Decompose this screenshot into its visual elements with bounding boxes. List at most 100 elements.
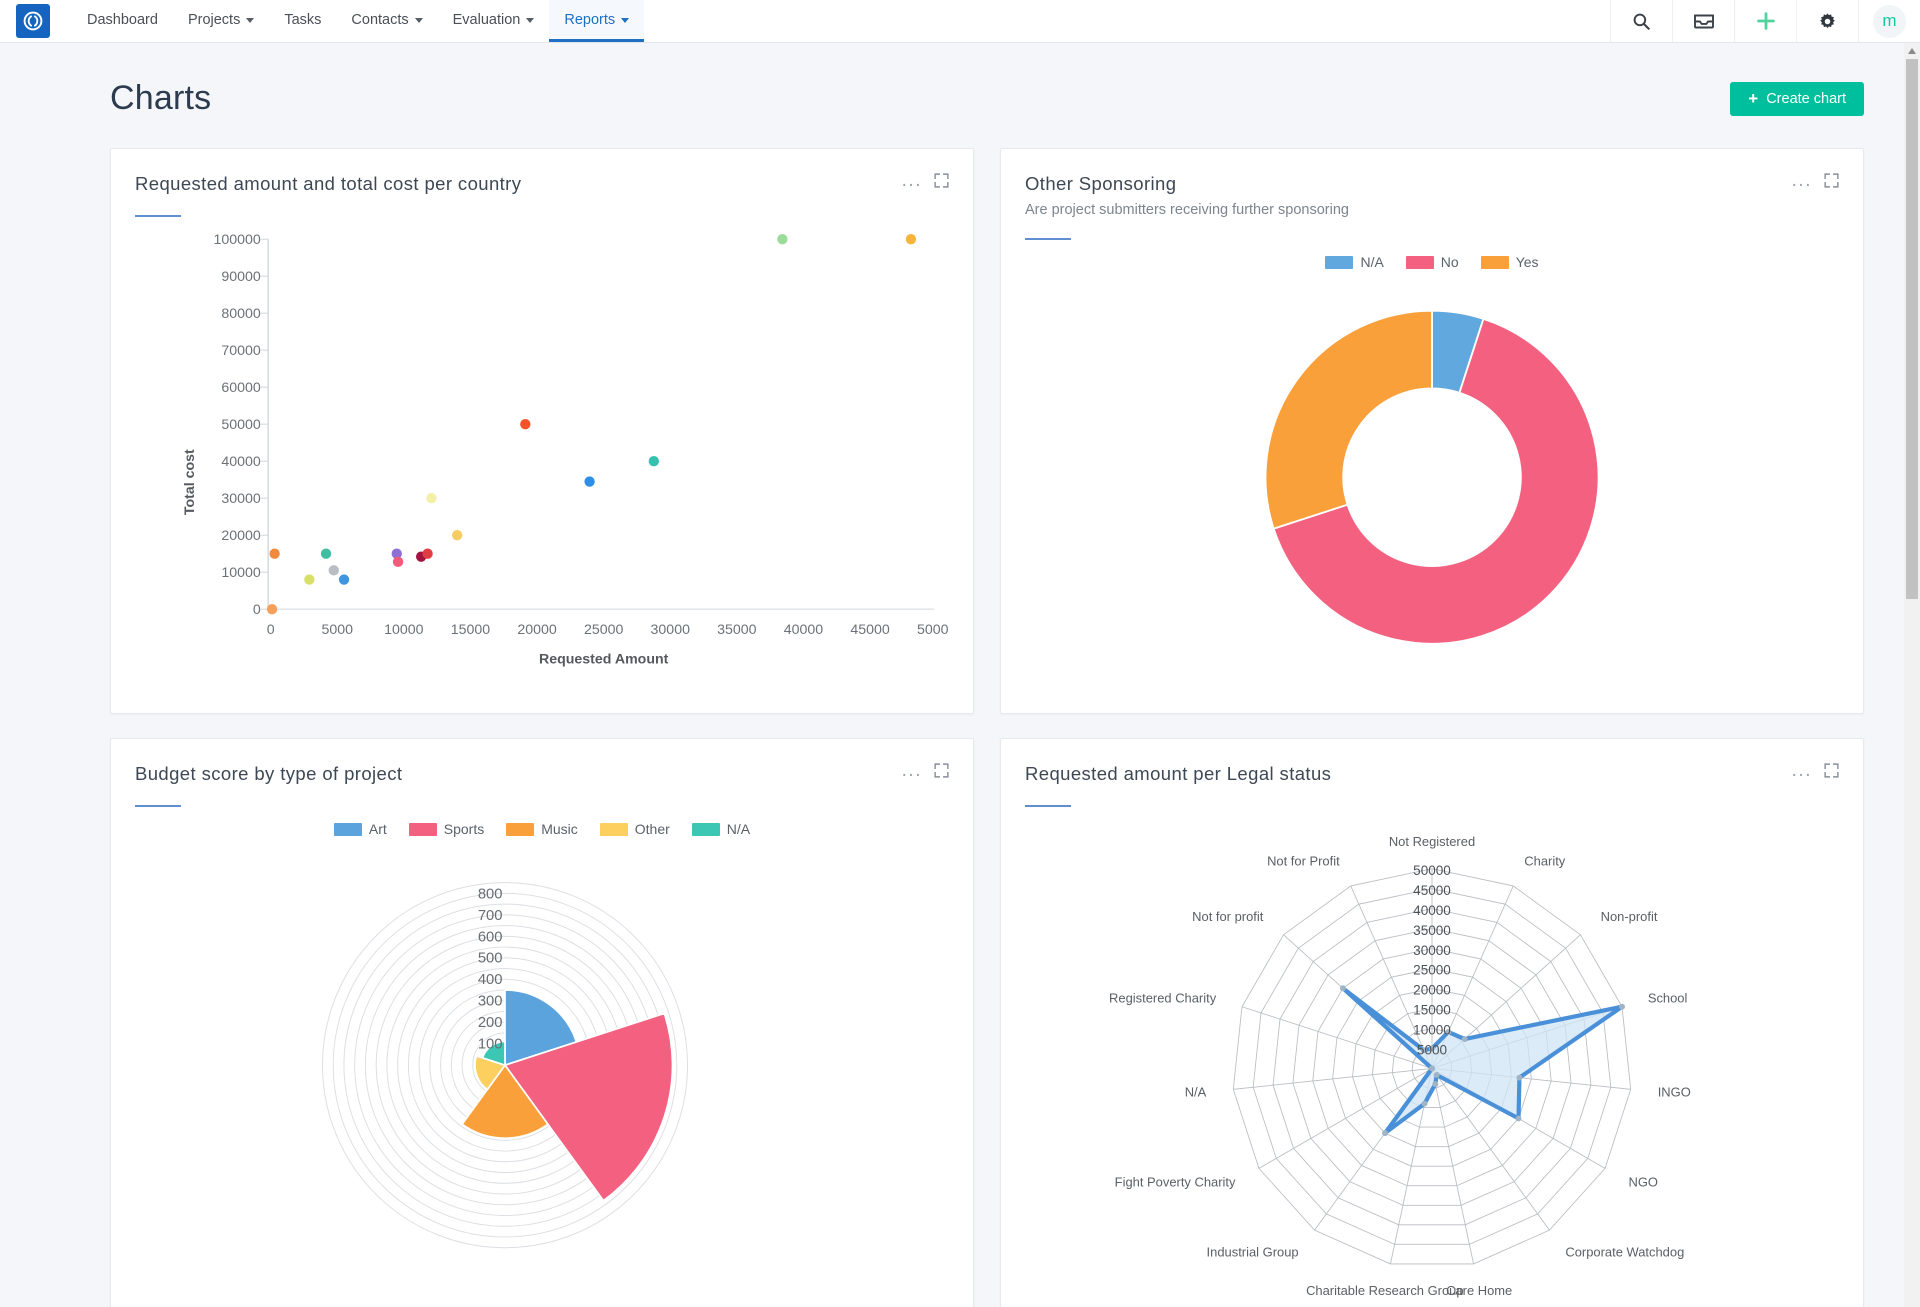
nav-item-tasks[interactable]: Tasks: [269, 0, 336, 42]
scatter-point[interactable]: [266, 604, 278, 615]
legend-item[interactable]: No: [1405, 254, 1459, 270]
radar-svg: Not Registered Charity Non-profit School ING…: [1109, 834, 1691, 1298]
legend-label: Yes: [1515, 254, 1539, 270]
scatter-point[interactable]: [520, 419, 531, 430]
scatter-point[interactable]: [320, 548, 332, 559]
donut-svg: [1264, 309, 1600, 645]
radar-tick-label: 40000: [1413, 903, 1451, 918]
legend-item[interactable]: Other: [599, 821, 670, 837]
scrollbar-thumb[interactable]: [1906, 59, 1918, 599]
create-chart-button[interactable]: + Create chart: [1730, 81, 1864, 116]
settings-button[interactable]: [1796, 0, 1858, 42]
card-title: Requested amount and total cost per coun…: [135, 173, 522, 194]
user-menu[interactable]: m: [1858, 0, 1920, 42]
legend-label: Sports: [443, 821, 485, 837]
scatter-point[interactable]: [451, 530, 463, 541]
svg-text:45000: 45000: [850, 622, 890, 638]
radar-point[interactable]: [1432, 1081, 1439, 1088]
radar-tick-label: 35000: [1413, 923, 1451, 938]
radar-area[interactable]: [1340, 986, 1625, 1136]
legend-item[interactable]: N/A: [1325, 254, 1384, 270]
legend-item[interactable]: Sports: [408, 821, 485, 837]
nav-item-contacts[interactable]: Contacts: [336, 0, 437, 42]
svg-text:30000: 30000: [651, 622, 691, 638]
scatter-point[interactable]: [777, 234, 788, 245]
polar-chart: 100 200 300 400 500 600 700 800: [135, 837, 949, 1286]
radar-tick-label: 45000: [1413, 883, 1451, 898]
legend-item[interactable]: Art: [333, 821, 387, 837]
title-accent-rule: [135, 805, 181, 807]
card-menu-button[interactable]: ...: [902, 761, 922, 780]
scatter-point[interactable]: [426, 493, 437, 504]
donut-slice[interactable]: [1264, 309, 1433, 530]
svg-text:10000: 10000: [384, 622, 424, 638]
legend-label: Other: [634, 821, 670, 837]
nav-item-projects[interactable]: Projects: [173, 0, 269, 42]
scatter-point[interactable]: [269, 548, 280, 559]
nav-label: Dashboard: [87, 11, 158, 28]
radar-point[interactable]: [1421, 1100, 1428, 1107]
card-title: Other Sponsoring: [1025, 173, 1177, 194]
radar-point[interactable]: [1516, 1074, 1523, 1081]
card-tools: ...: [1792, 171, 1839, 190]
title-accent-rule: [1025, 238, 1071, 240]
radar-point[interactable]: [1382, 1130, 1388, 1137]
radar-tick-label: 25000: [1413, 963, 1451, 978]
add-button[interactable]: [1734, 0, 1796, 42]
scatter-point[interactable]: [648, 456, 660, 467]
page-scrollbar[interactable]: [1904, 43, 1920, 1307]
legend-item[interactable]: Yes: [1480, 254, 1539, 270]
legend-swatch: [691, 822, 720, 836]
radar-tick-label: 30000: [1413, 943, 1451, 958]
radar-point[interactable]: [1461, 1036, 1468, 1043]
radar-tick-label: 10000: [1413, 1023, 1451, 1038]
polar-tick-label: 800: [478, 886, 503, 902]
expand-icon[interactable]: [934, 763, 949, 778]
y-axis-ticks: 100000 90000 80000 70000 60000 50000 400…: [214, 232, 269, 618]
nav-item-dashboard[interactable]: Dashboard: [72, 0, 173, 42]
legend-item[interactable]: Music: [506, 821, 578, 837]
expand-icon[interactable]: [934, 173, 949, 188]
expand-icon[interactable]: [1824, 173, 1839, 188]
radar-chart: Not Registered Charity Non-profit School ING…: [1025, 807, 1839, 1307]
svg-text:100000: 100000: [214, 232, 261, 248]
legend-item[interactable]: N/A: [691, 821, 750, 837]
svg-text:40000: 40000: [221, 454, 261, 470]
svg-text:80000: 80000: [221, 306, 261, 322]
radar-point[interactable]: [1433, 1071, 1440, 1078]
chart-card-scatter: Requested amount and total cost per coun…: [110, 148, 974, 714]
radar-axis-label: Charitable Research Group: [1306, 1283, 1464, 1298]
radar-axis-label: Fight Poverty Charity: [1115, 1174, 1236, 1189]
radar-axis-label: Not for profit: [1192, 909, 1264, 924]
scatter-point[interactable]: [392, 556, 404, 568]
scroll-up-arrow[interactable]: [1904, 43, 1920, 59]
scatter-point[interactable]: [584, 476, 595, 487]
scatter-point[interactable]: [422, 548, 433, 559]
scatter-point[interactable]: [304, 574, 315, 585]
inbox-button[interactable]: [1672, 0, 1734, 42]
radar-axis-label: N/A: [1185, 1085, 1207, 1100]
radar-point[interactable]: [1619, 1003, 1625, 1010]
scatter-point[interactable]: [328, 565, 339, 576]
gear-icon: [1820, 12, 1835, 28]
card-menu-button[interactable]: ...: [902, 171, 922, 190]
scatter-point[interactable]: [338, 574, 350, 585]
plus-icon: +: [1748, 89, 1759, 108]
search-button[interactable]: [1610, 0, 1672, 42]
polar-tick-label: 300: [478, 994, 503, 1010]
scatter-point[interactable]: [905, 234, 917, 245]
nav-item-evaluation[interactable]: Evaluation: [438, 0, 550, 42]
card-menu-button[interactable]: ...: [1792, 761, 1812, 780]
donut-slices: [1264, 309, 1600, 645]
radar-point[interactable]: [1515, 1115, 1522, 1122]
radar-point[interactable]: [1339, 985, 1346, 992]
radar-point[interactable]: [1429, 1065, 1435, 1072]
app-logo[interactable]: [16, 4, 50, 38]
card-menu-button[interactable]: ...: [1792, 171, 1812, 190]
radar-axis-label: School: [1648, 991, 1688, 1006]
radar-tick-label: 5000: [1417, 1043, 1447, 1058]
expand-icon[interactable]: [1824, 763, 1839, 778]
svg-text:20000: 20000: [221, 528, 261, 544]
create-chart-label: Create chart: [1766, 90, 1846, 107]
nav-item-reports[interactable]: Reports: [549, 0, 645, 42]
